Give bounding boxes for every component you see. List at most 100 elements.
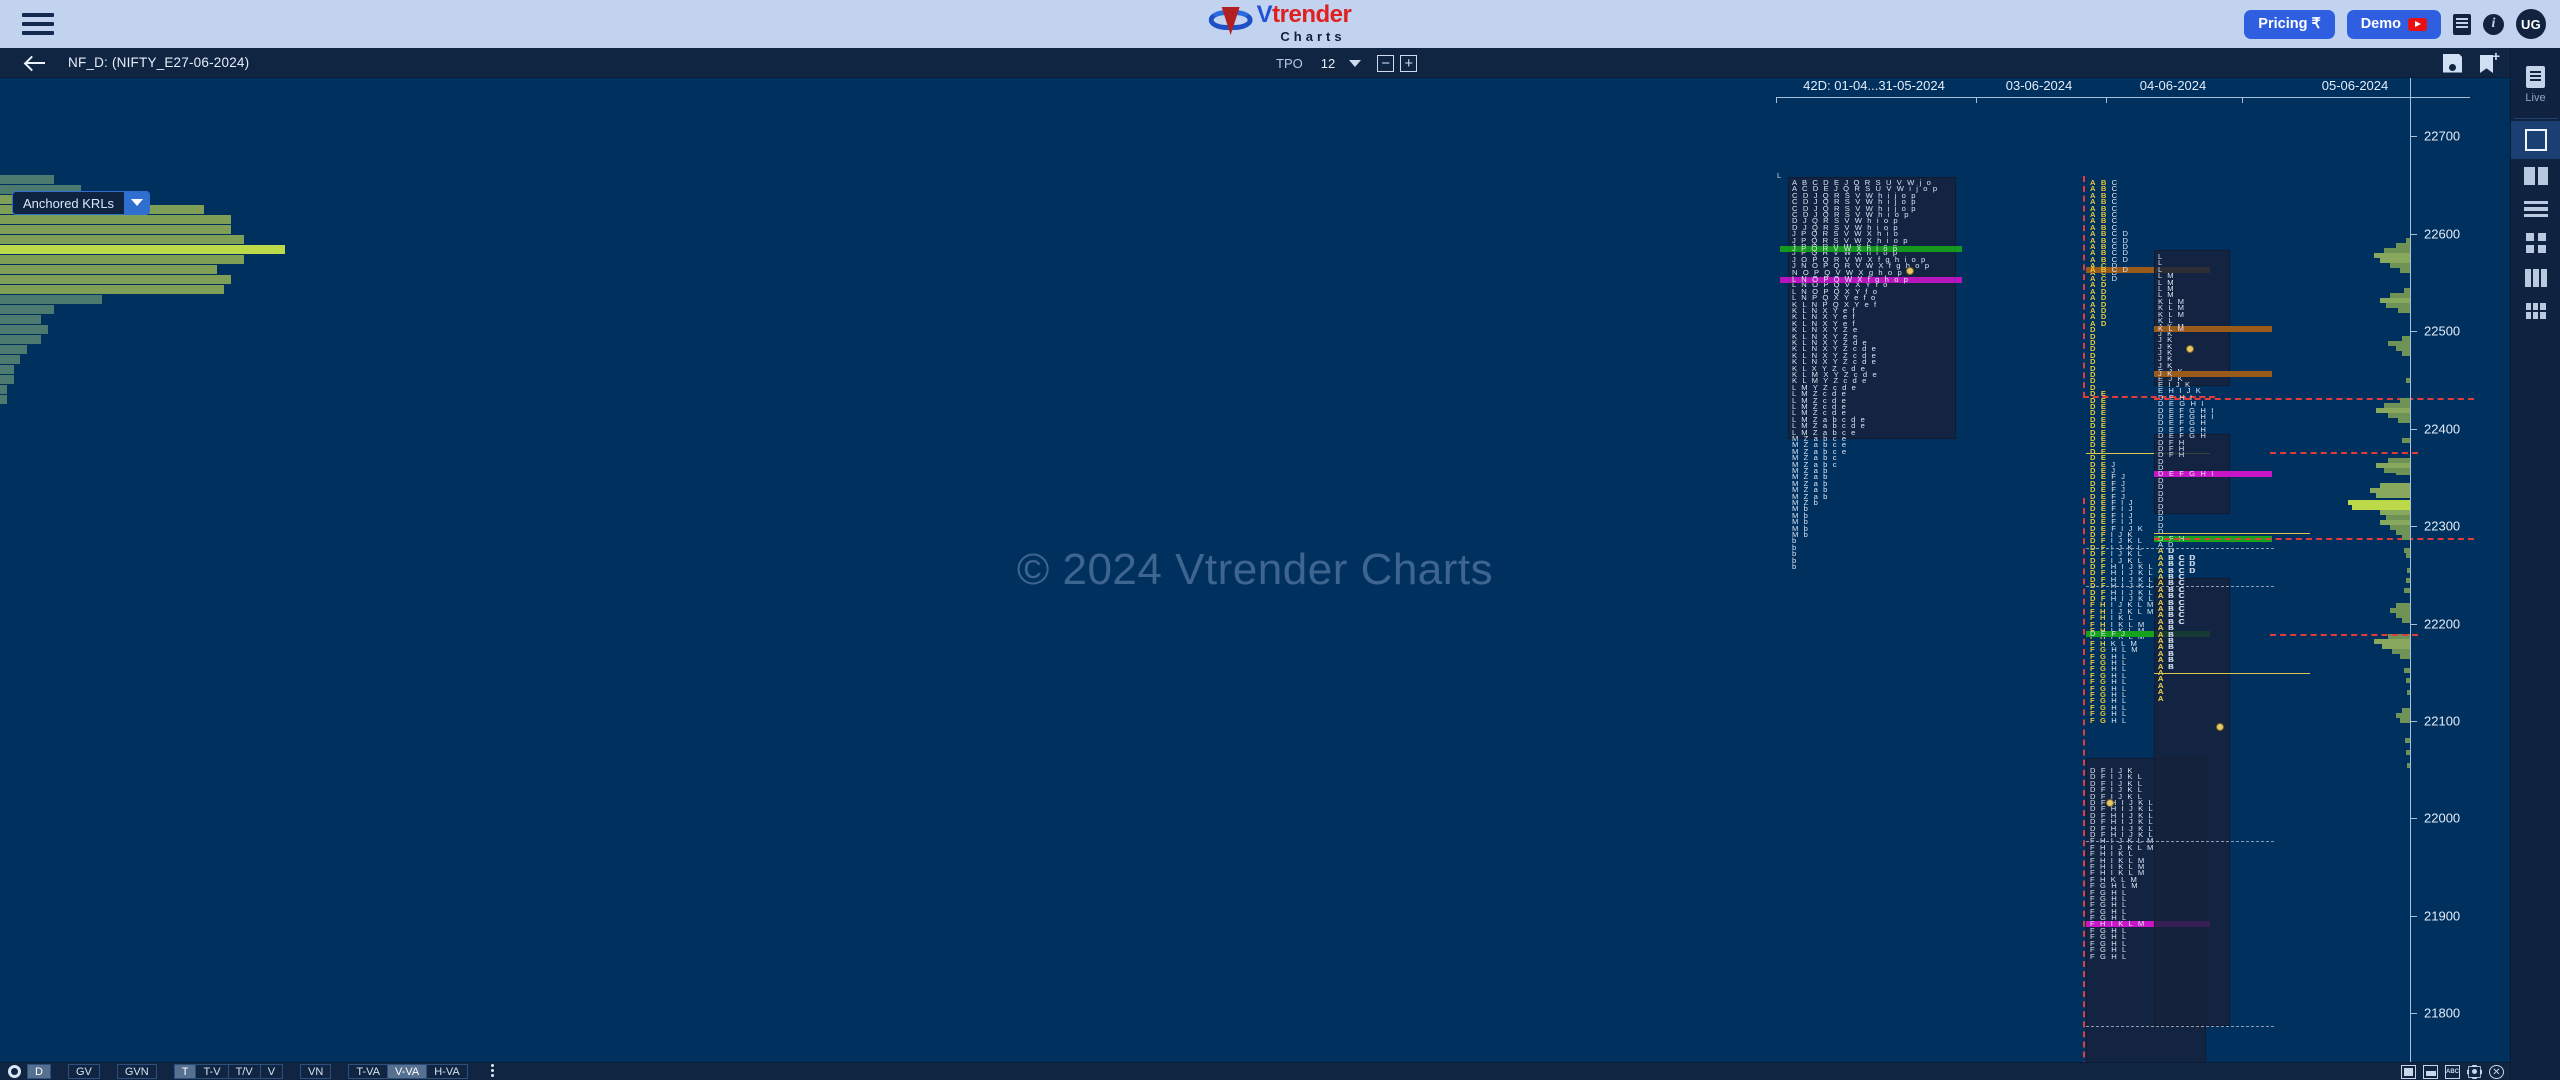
mode-button-v-va[interactable]: V-VA — [386, 1064, 428, 1079]
vtrender-logo[interactable]: Vtrender Charts — [1208, 1, 1352, 44]
price-tick — [2410, 623, 2417, 625]
tpo-marker — [2216, 723, 2224, 731]
sidebar-item-columns3-layout[interactable] — [2511, 261, 2560, 295]
sidebar-item-single-pane[interactable] — [2510, 121, 2560, 159]
demo-button[interactable]: Demo — [2346, 9, 2441, 39]
price-tick — [2410, 136, 2417, 138]
volume-bar — [0, 385, 7, 394]
sidebar-item-grid4-layout[interactable] — [2511, 225, 2560, 261]
price-tick — [2410, 1013, 2417, 1015]
chevron-down-icon[interactable] — [124, 192, 150, 214]
sidebar-divider — [2513, 118, 2558, 119]
image-export-icon[interactable] — [2423, 1065, 2438, 1079]
tpo-row: K L M — [2158, 324, 2186, 333]
date-header: 03-06-2024 — [2005, 78, 2073, 93]
button-group: GV — [67, 1064, 100, 1079]
mode-button-vn[interactable]: VN — [300, 1064, 332, 1079]
price-label: 22400 — [2424, 421, 2461, 437]
mode-button-t[interactable]: T — [173, 1064, 197, 1079]
price-label: 22200 — [2424, 616, 2461, 632]
price-tick — [2410, 526, 2417, 528]
grid-4-layout-icon — [2525, 233, 2546, 253]
anchored-krls-label: Anchored KRLs — [23, 195, 115, 211]
chevron-down-icon[interactable] — [1349, 59, 1362, 67]
price-tick — [2410, 915, 2417, 917]
mode-button-d[interactable]: D — [27, 1064, 51, 1079]
tpo-marker — [2106, 799, 2114, 807]
kebab-menu-icon[interactable] — [490, 1064, 495, 1079]
avatar[interactable]: UG — [2516, 9, 2546, 39]
save-icon[interactable] — [2443, 54, 2462, 73]
close-icon[interactable]: ✕ — [2489, 1065, 2504, 1079]
info-icon[interactable]: i — [2483, 13, 2504, 35]
value-area-boundary — [2083, 176, 2085, 398]
volume-bar — [2400, 718, 2410, 723]
volume-bar — [0, 335, 41, 344]
volume-bar — [0, 355, 20, 364]
reference-line — [2086, 841, 2274, 842]
grid-toggle-icon[interactable] — [2401, 1065, 2416, 1079]
price-axis[interactable]: 22700 22600 22500 22400 22300 22200 22100 22000… — [2410, 78, 2510, 1062]
button-group: D — [27, 1064, 51, 1079]
price-label: 21800 — [2424, 1005, 2461, 1021]
volume-bar — [0, 325, 48, 334]
price-label: 22300 — [2424, 518, 2461, 534]
volume-bar — [2400, 654, 2410, 659]
mode-button-gv[interactable]: GV — [67, 1064, 100, 1079]
hamburger-icon[interactable] — [22, 11, 54, 37]
key-level-line — [2270, 634, 2418, 636]
split-pane-icon — [2523, 167, 2548, 185]
date-tick — [1776, 97, 1777, 103]
button-group: T-VA V-VA H-VA — [348, 1064, 468, 1079]
mode-button-t-v[interactable]: T-V — [195, 1064, 229, 1079]
sidebar-item-split-pane[interactable] — [2511, 159, 2560, 193]
focus-icon[interactable] — [2467, 1065, 2482, 1079]
anchored-krls-dropdown[interactable]: Anchored KRLs — [12, 191, 151, 215]
zoom-out-button[interactable]: − — [1377, 54, 1395, 72]
button-group: GVN — [116, 1064, 157, 1079]
tpo-row: b — [1792, 562, 1798, 571]
sidebar-item-grid9-layout[interactable] — [2511, 295, 2560, 327]
volume-bar — [2402, 438, 2410, 443]
mode-button-t-va[interactable]: T-VA — [348, 1064, 388, 1079]
mode-button-gvn[interactable]: GVN — [116, 1064, 157, 1079]
price-label: 22100 — [2424, 713, 2461, 729]
mode-button-h-va[interactable]: H-VA — [426, 1064, 468, 1079]
price-tick — [2410, 428, 2417, 430]
mode-button-t-v[interactable]: T/V — [227, 1064, 261, 1079]
volume-bar — [0, 175, 54, 184]
back-arrow-icon[interactable] — [26, 55, 46, 71]
price-label: 22700 — [2424, 128, 2461, 144]
tpo-value[interactable]: 12 — [1321, 56, 1335, 71]
date-header-strip: 42D: 01-04...31-05-2024 03-06-2024 04-06-2… — [0, 78, 2510, 103]
volume-bar — [2400, 268, 2410, 273]
pricing-button[interactable]: Pricing ₹ — [2244, 9, 2335, 39]
volume-bar — [0, 265, 217, 274]
sidebar-item-live[interactable]: Live — [2511, 58, 2560, 112]
volume-bar — [2398, 308, 2410, 313]
logo-text-trender: trender — [1272, 1, 1352, 28]
volume-bar — [0, 275, 231, 284]
document-icon[interactable] — [2453, 13, 2471, 35]
hamburger-bar — [22, 22, 54, 26]
logo-mark-icon — [1208, 2, 1253, 44]
volume-bar — [2376, 493, 2410, 498]
tpo-row: F G H L — [2090, 951, 2128, 961]
abc-text-icon[interactable]: ABC — [2445, 1065, 2460, 1079]
symbol-label: NF_D: (NIFTY_E27-06-2024) — [68, 55, 250, 70]
sidebar-item-rows-layout[interactable] — [2511, 193, 2560, 225]
volume-bar — [0, 255, 244, 264]
settings-gear-icon[interactable] — [8, 1065, 21, 1078]
zoom-in-button[interactable]: + — [1400, 54, 1418, 72]
right-sidebar: Live — [2510, 48, 2560, 1080]
chart-canvas[interactable]: © 2024 Vtrender Charts Anchored KRLs 42D… — [0, 78, 2510, 1062]
volume-bar — [0, 365, 14, 374]
pricing-label: Pricing ₹ — [2258, 16, 2321, 32]
mode-button-v[interactable]: V — [259, 1064, 284, 1079]
volume-bar — [2402, 351, 2410, 356]
bookmark-add-icon[interactable] — [2480, 48, 2500, 73]
right-volume-profile — [2270, 78, 2418, 1062]
price-tick — [2410, 721, 2417, 722]
button-group: VN — [300, 1064, 332, 1079]
demo-label: Demo — [2360, 16, 2401, 32]
